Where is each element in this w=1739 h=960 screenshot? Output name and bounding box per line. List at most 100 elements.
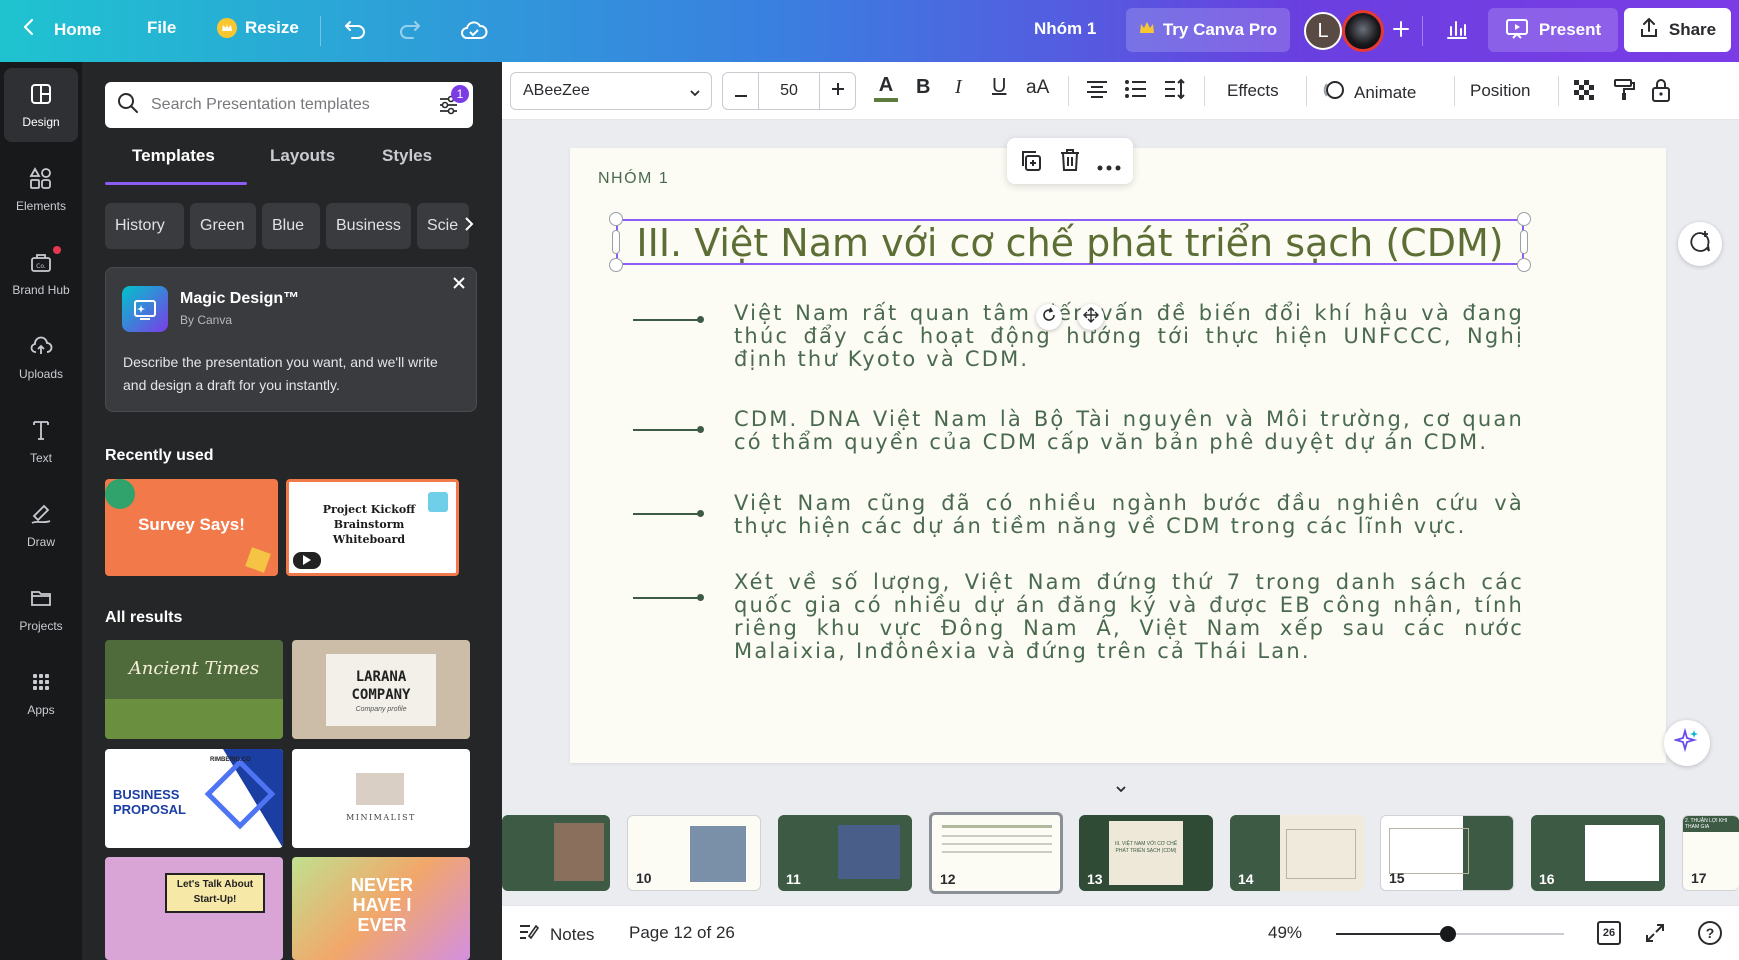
redo-button[interactable]	[392, 9, 428, 53]
effects-button[interactable]: Effects	[1227, 81, 1279, 101]
resize-handle-right[interactable]	[1520, 230, 1528, 254]
thumb-title: III. VIỆT NAM VỚI CƠ CHẾ PHÁT TRIỂN SẠCH…	[1114, 841, 1178, 854]
notes-button[interactable]: Notes	[518, 922, 594, 947]
copy-style-button[interactable]	[1612, 78, 1636, 107]
grid-view-button[interactable]: 26	[1597, 921, 1621, 945]
try-canva-pro-button[interactable]: Try Canva Pro	[1126, 8, 1290, 52]
resize-handle-bl[interactable]	[609, 258, 623, 272]
letter-case-button[interactable]: aA	[1026, 77, 1049, 99]
template-search[interactable]: Search Presentation templates 1	[105, 82, 473, 128]
template-never-have-i-ever[interactable]: NEVER HAVE I EVER	[292, 857, 470, 960]
cloud-saved-icon[interactable]	[456, 9, 492, 53]
increase-font-button[interactable]	[819, 73, 855, 109]
magic-assistant-button[interactable]	[1664, 720, 1710, 766]
rail-item-apps[interactable]: Apps	[4, 656, 78, 730]
page-thumb-14[interactable]: 14	[1230, 815, 1364, 891]
bold-button[interactable]: B	[916, 76, 930, 99]
slide-paragraph[interactable]: Xét về số lượng, Việt Nam đứng thứ 7 tro…	[734, 571, 1524, 663]
chip-business[interactable]: Business	[326, 203, 411, 249]
italic-button[interactable]: I	[955, 76, 962, 99]
font-family-value: ABeeZee	[523, 82, 590, 99]
resize-handle-br[interactable]	[1517, 258, 1531, 272]
add-collaborator-button[interactable]	[1386, 9, 1416, 53]
resize-handle-tl[interactable]	[609, 212, 623, 226]
comment-button[interactable]	[1678, 222, 1722, 266]
rail-label: Uploads	[18, 366, 64, 381]
rail-item-text[interactable]: Text	[4, 404, 78, 478]
recent-template-survey[interactable]: Survey Says!	[105, 479, 278, 576]
more-horizontal-icon	[1097, 158, 1121, 175]
chip-green[interactable]: Green	[190, 203, 256, 249]
decrease-font-button[interactable]	[723, 73, 759, 109]
page-indicator[interactable]: Page 12 of 26	[629, 923, 735, 943]
page-thumb-17[interactable]: 2. THUẬN LỢI KHI THAM GIA 17	[1682, 815, 1739, 891]
template-minimalist[interactable]: MINIMALIST	[292, 749, 470, 848]
rail-item-projects[interactable]: Projects	[4, 572, 78, 646]
delete-button[interactable]	[1059, 148, 1081, 177]
insights-button[interactable]	[1436, 9, 1478, 53]
text-color-button[interactable]: A	[870, 74, 902, 108]
page-thumb-15[interactable]: 15	[1380, 815, 1514, 891]
zoom-value[interactable]: 49%	[1268, 923, 1302, 943]
template-ancient-times[interactable]: Ancient Times	[105, 640, 283, 739]
recent-template-kickoff[interactable]: Project Kickoff Brainstorm Whiteboard	[286, 479, 459, 576]
template-lets-talk-startup[interactable]: Let's Talk About Start-Up!	[105, 857, 283, 960]
list-button[interactable]	[1124, 78, 1148, 105]
underline-button[interactable]: U	[992, 75, 1006, 98]
template-business-proposal[interactable]: RIMBERIO.CO BUSINESS PROPOSAL	[105, 749, 283, 848]
tab-layouts[interactable]: Layouts	[270, 146, 335, 166]
present-button[interactable]: Present	[1488, 8, 1618, 52]
lock-button[interactable]	[1650, 77, 1672, 108]
page-thumb-10[interactable]: 10	[627, 815, 761, 891]
page-thumb-9[interactable]	[502, 815, 610, 891]
undo-button[interactable]	[337, 9, 373, 53]
page-thumb-13[interactable]: III. VIỆT NAM VỚI CƠ CHẾ PHÁT TRIỂN SẠCH…	[1079, 815, 1213, 891]
template-larana-company[interactable]: LARANA COMPANY Company profile	[292, 640, 470, 739]
animate-icon	[1322, 78, 1346, 107]
font-family-select[interactable]: ABeeZee	[510, 72, 712, 110]
move-handle[interactable]	[1078, 304, 1104, 330]
magic-design-card[interactable]: Magic Design™ By Canva Describe the pres…	[105, 267, 477, 412]
tab-styles[interactable]: Styles	[382, 146, 432, 166]
chip-blue[interactable]: Blue	[262, 203, 320, 249]
resize-handle-tr[interactable]	[1517, 212, 1531, 226]
chips-scroll-right-button[interactable]	[459, 203, 479, 249]
page-thumb-12-current[interactable]: 12	[929, 812, 1063, 894]
duplicate-button[interactable]	[1019, 149, 1043, 178]
close-icon[interactable]	[452, 276, 466, 295]
transparency-button[interactable]	[1572, 78, 1596, 107]
fullscreen-button[interactable]	[1644, 922, 1666, 949]
help-button[interactable]: ?	[1698, 921, 1722, 945]
slide-header[interactable]: NHÓM 1	[598, 170, 669, 188]
align-center-button[interactable]	[1085, 78, 1109, 105]
document-title[interactable]: Nhóm 1	[1034, 19, 1096, 39]
resize-handle-left[interactable]	[612, 230, 620, 254]
rail-item-elements[interactable]: Elements	[4, 152, 78, 226]
position-button[interactable]: Position	[1470, 81, 1530, 101]
slide-paragraph[interactable]: Việt Nam rất quan tâm đến vấn đề biến đổ…	[734, 302, 1524, 371]
avatar[interactable]: L	[1304, 12, 1342, 50]
tab-templates[interactable]: Templates	[132, 146, 215, 166]
slide-paragraph[interactable]: CDM. DNA Việt Nam là Bộ Tài nguyên và Mô…	[734, 408, 1524, 454]
page-thumb-16[interactable]: 16	[1531, 815, 1665, 891]
rail-item-brand-hub[interactable]: Co. Brand Hub	[4, 236, 78, 310]
animate-button[interactable]: Animate	[1322, 78, 1416, 107]
rail-item-draw[interactable]: Draw	[4, 488, 78, 562]
rail-item-uploads[interactable]: Uploads	[4, 320, 78, 394]
file-menu-button[interactable]: File	[147, 18, 176, 38]
resize-button[interactable]: Resize	[217, 18, 299, 38]
slide-title-textbox[interactable]: III. Việt Nam với cơ chế phát triển sạch…	[616, 219, 1524, 265]
more-options-button[interactable]	[1097, 158, 1121, 176]
zoom-slider-thumb[interactable]	[1440, 926, 1456, 942]
font-size-input[interactable]: 50	[759, 73, 819, 109]
page-thumb-11[interactable]: 11	[778, 815, 912, 891]
slide-paragraph[interactable]: Việt Nam cũng đã có nhiều ngành bước đầu…	[734, 492, 1524, 538]
zoom-slider[interactable]	[1336, 926, 1564, 942]
chip-history[interactable]: History	[105, 203, 184, 249]
home-button[interactable]: Home	[22, 18, 101, 41]
rotate-handle[interactable]	[1036, 304, 1062, 330]
avatar-photo[interactable]	[1342, 10, 1384, 52]
spacing-button[interactable]	[1163, 78, 1187, 105]
rail-item-design[interactable]: Design	[4, 68, 78, 142]
share-button[interactable]: Share	[1624, 8, 1731, 52]
